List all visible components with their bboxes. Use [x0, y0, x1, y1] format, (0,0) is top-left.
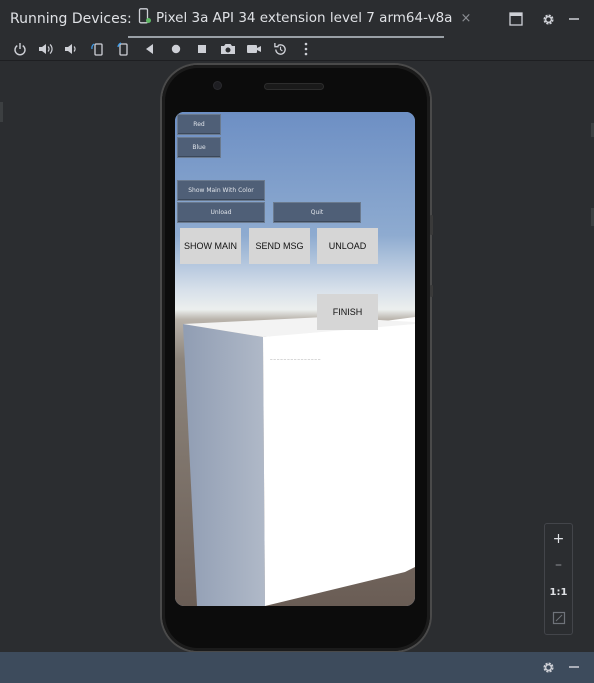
- close-icon[interactable]: ×: [460, 11, 471, 26]
- rotate-right-icon[interactable]: [115, 40, 133, 58]
- device-viewport[interactable]: Red Blue Show Main With Color Unload Qui…: [0, 61, 594, 652]
- more-icon[interactable]: [297, 40, 315, 58]
- actual-size-button[interactable]: 1:1: [545, 579, 572, 605]
- show-main-with-color-button[interactable]: Show Main With Color: [177, 180, 265, 201]
- tiny-text: — — — — — — — — — — — — — — —: [270, 358, 321, 361]
- volume-up-icon[interactable]: [37, 40, 55, 58]
- show-main-button[interactable]: SHOW MAIN: [180, 228, 241, 264]
- edge-marker: [0, 102, 3, 122]
- power-icon[interactable]: [11, 40, 29, 58]
- phone-icon: [128, 8, 151, 28]
- quit-button[interactable]: Quit: [273, 202, 361, 223]
- reset-icon[interactable]: [271, 40, 289, 58]
- earpiece-speaker: [265, 84, 323, 89]
- phone-side-button: [430, 215, 433, 235]
- unload-small-button[interactable]: Unload: [177, 202, 265, 223]
- finish-button[interactable]: FINISH: [317, 294, 378, 330]
- phone-frame: Red Blue Show Main With Color Unload Qui…: [162, 65, 433, 651]
- device-tab[interactable]: Pixel 3a API 34 extension level 7 arm64-…: [128, 0, 471, 38]
- rotate-left-icon[interactable]: [89, 40, 107, 58]
- window-layout-icon[interactable]: [506, 9, 526, 29]
- send-msg-button[interactable]: SEND MSG: [249, 228, 310, 264]
- bottom-bar: [0, 652, 594, 683]
- back-icon[interactable]: [141, 40, 159, 58]
- blue-button[interactable]: Blue: [177, 137, 221, 158]
- device-tab-label: Pixel 3a API 34 extension level 7 arm64-…: [156, 10, 453, 26]
- minimize-icon[interactable]: [564, 9, 584, 29]
- screen-record-icon[interactable]: [245, 40, 263, 58]
- emulator-toolbar: [0, 38, 594, 61]
- minimize-icon[interactable]: [564, 657, 584, 677]
- tool-window-header: Running Devices: Pixel 3a API 34 extensi…: [0, 0, 594, 39]
- gear-icon[interactable]: [538, 657, 558, 677]
- zoom-in-button[interactable]: +: [545, 526, 572, 552]
- fit-screen-icon[interactable]: [545, 605, 572, 631]
- gear-icon[interactable]: [538, 9, 558, 29]
- volume-down-icon[interactable]: [63, 40, 81, 58]
- overview-icon[interactable]: [193, 40, 211, 58]
- red-button[interactable]: Red: [177, 114, 221, 135]
- phone-side-button: [430, 285, 433, 297]
- unload-button[interactable]: UNLOAD: [317, 228, 378, 264]
- zoom-controls: + – 1:1: [544, 523, 573, 635]
- tool-window-title: Running Devices:: [10, 11, 132, 27]
- camera-icon[interactable]: [219, 40, 237, 58]
- zoom-out-button[interactable]: –: [545, 552, 572, 578]
- device-screen[interactable]: Red Blue Show Main With Color Unload Qui…: [175, 112, 415, 606]
- front-camera: [214, 82, 221, 89]
- home-icon[interactable]: [167, 40, 185, 58]
